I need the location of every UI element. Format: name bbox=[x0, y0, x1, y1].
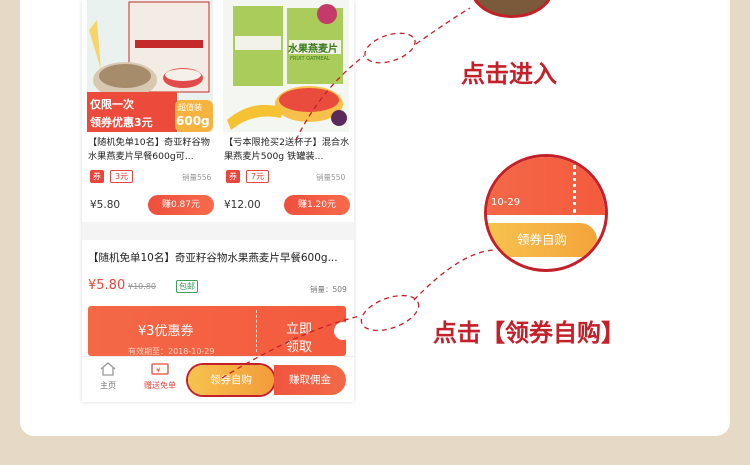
banner-line1: 仅限一次 bbox=[90, 98, 134, 111]
gift-tab[interactable]: ¥ 赠送免单 bbox=[138, 361, 182, 391]
badge-line2: 600g bbox=[176, 114, 210, 128]
coupon-block[interactable]: ¥3优惠券 有效期至：2018-10-29 立即 领取 bbox=[88, 306, 346, 356]
price-1: ¥5.80 bbox=[90, 199, 121, 211]
price-2: ¥12.00 bbox=[224, 199, 261, 211]
coupon-amount: ¥3优惠券 bbox=[138, 324, 194, 339]
product-card-2[interactable]: 水果燕麦片 FRUIT OATMEAL 【亏本限抢买2送杯子】混合水果燕麦片50… bbox=[218, 0, 354, 222]
detail-title: 【随机免单10名】奇亚籽谷物水果燕麦片早餐600g... bbox=[88, 252, 338, 264]
detail-orig-price: ¥10.80 bbox=[128, 282, 156, 291]
coupon-value-1: 3元 bbox=[110, 170, 134, 183]
bottom-bar: 主页 ¥ 赠送免单 领券自购 赚取佣金 bbox=[82, 356, 354, 402]
product-title-2[interactable]: 【亏本限抢买2送杯子】混合水果燕麦片500g 铁罐装... bbox=[224, 136, 352, 164]
coupon-value-2: 7元 bbox=[246, 170, 270, 183]
claim-now-line2[interactable]: 领取 bbox=[286, 336, 312, 355]
home-icon bbox=[100, 362, 116, 376]
home-label: 主页 bbox=[100, 381, 116, 390]
zoom-date: 10-29 bbox=[491, 197, 521, 208]
zoom-notches bbox=[573, 165, 581, 213]
badge-line1: 超值装 bbox=[178, 103, 202, 112]
earn-button-1[interactable]: 赚0.87元 bbox=[148, 195, 214, 215]
coupon-notch bbox=[334, 322, 346, 340]
zoom-claim-button: 领券自购 bbox=[487, 223, 597, 257]
detail-price: ¥5.80 bbox=[88, 278, 126, 293]
banner-line2: 领券优惠3元 bbox=[90, 116, 153, 129]
note-enter: 点击进入 bbox=[461, 60, 557, 88]
claim-now-line1[interactable]: 立即 bbox=[286, 318, 312, 337]
product-title-1[interactable]: 【随机免单10名】奇亚籽谷物水果燕麦片早餐600g可... bbox=[88, 136, 216, 164]
sales-count-1: 销量556 bbox=[182, 173, 212, 182]
can-sub: FRUIT OATMEAL bbox=[290, 56, 330, 62]
gift-label: 赠送免单 bbox=[144, 381, 176, 390]
home-tab[interactable]: 主页 bbox=[90, 361, 126, 391]
claim-button[interactable]: 领券自购 bbox=[188, 365, 274, 395]
product-image-2 bbox=[223, 0, 349, 132]
detail-sales: 销量：509 bbox=[310, 285, 347, 294]
svg-text:¥: ¥ bbox=[156, 367, 161, 375]
free-shipping-tag: 包邮 bbox=[176, 280, 198, 293]
coupon-valid: 有效期至：2018-10-29 bbox=[128, 347, 215, 356]
coupon-tag-2: 券 bbox=[226, 170, 240, 183]
earn-commission-button[interactable]: 赚取佣金 bbox=[274, 365, 346, 395]
zoom-callout: 10-29 领券自购 bbox=[484, 154, 608, 272]
can-label: 水果燕麦片 bbox=[288, 44, 338, 55]
ticket-icon: ¥ bbox=[151, 363, 169, 375]
note-claim: 点击【领券自购】 bbox=[433, 319, 625, 347]
sales-count-2: 销量550 bbox=[316, 173, 346, 182]
coupon-divider bbox=[256, 310, 257, 352]
product-card-1[interactable]: 仅限一次 领券优惠3元 超值装 600g 【随机免单10名】奇亚籽谷物水果燕麦片… bbox=[82, 0, 218, 222]
coupon-tag-1: 券 bbox=[90, 170, 104, 183]
phone-screen: 仅限一次 领券优惠3元 超值装 600g 【随机免单10名】奇亚籽谷物水果燕麦片… bbox=[82, 0, 354, 402]
earn-button-2[interactable]: 赚1.20元 bbox=[284, 195, 350, 215]
